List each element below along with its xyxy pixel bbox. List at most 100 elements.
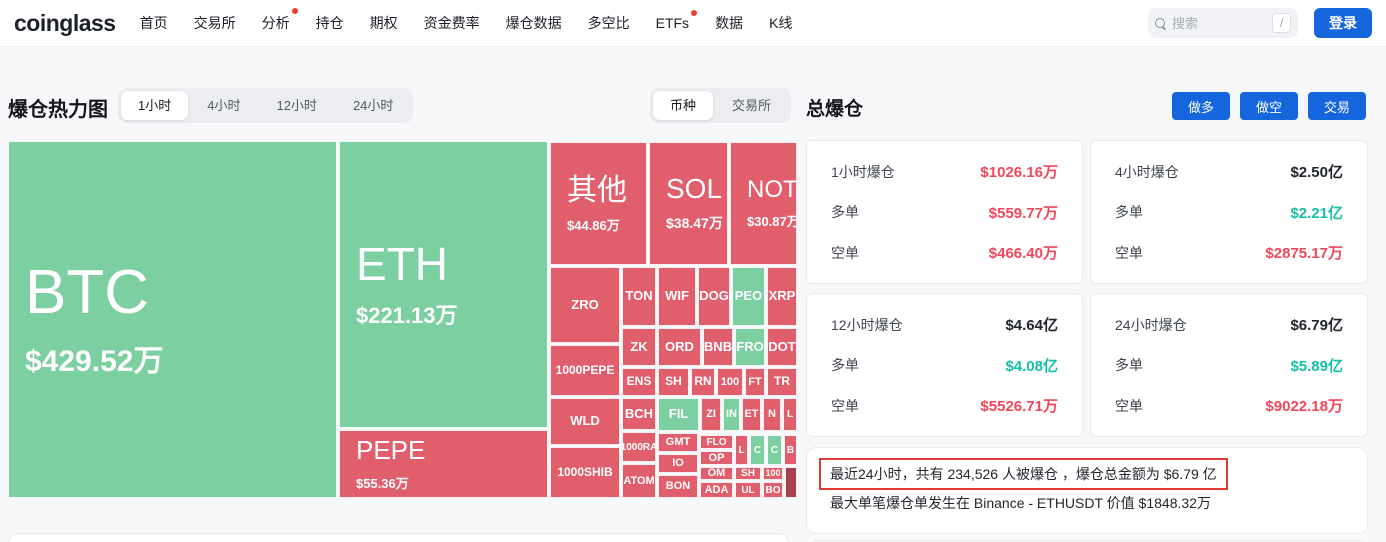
treemap-tile-1000SHIB[interactable]: 1000SHIB	[550, 447, 620, 498]
treemap-tile-WIF[interactable]: WIF	[658, 267, 696, 326]
nav-item[interactable]: 多空比	[588, 13, 630, 33]
treemap-tile-TR[interactable]: TR	[767, 368, 797, 396]
treemap-tile-BTC[interactable]: BTC$429.52万	[8, 141, 337, 498]
trade-button[interactable]: 交易	[1308, 92, 1366, 120]
treemap-tile-RN[interactable]: RN	[691, 368, 715, 396]
treemap-tile-GMT[interactable]: GMT	[658, 433, 698, 452]
tile-value: $221.13万	[356, 298, 458, 330]
main-nav: 首页 交易所 分析 持仓 期权 资金费率 爆仓数据 多空比 ETFs 数据 K线	[140, 13, 793, 33]
nav-item[interactable]: 资金费率	[424, 13, 480, 33]
treemap-tile-SOL[interactable]: SOL$38.47万	[649, 142, 728, 265]
time-tab[interactable]: 4小时	[190, 91, 257, 120]
treemap-tile-PEPE[interactable]: PEPE$55.36万	[339, 430, 548, 498]
treemap-tile-C[interactable]: C	[750, 435, 765, 465]
treemap-tile-L[interactable]: L	[783, 398, 797, 431]
treemap-tile-其他[interactable]: 其他$44.86万	[550, 142, 647, 265]
treemap-tile-BO[interactable]: BO	[763, 482, 783, 498]
treemap-tile-C[interactable]: C	[767, 435, 782, 465]
treemap-tile-TON[interactable]: TON	[622, 267, 656, 326]
search-box[interactable]: /	[1148, 8, 1298, 38]
tile-symbol: ETH	[356, 239, 448, 290]
nav-item[interactable]: 数据	[715, 13, 743, 33]
short-value: $5526.71万	[980, 395, 1058, 416]
short-button[interactable]: 做空	[1240, 92, 1298, 120]
tile-symbol: BCH	[625, 407, 653, 421]
tile-symbol: OM	[708, 467, 726, 479]
nav-item[interactable]: ETFs	[656, 15, 689, 31]
treemap-tile-ZI[interactable]: ZI	[701, 398, 721, 431]
tile-symbol: NOT	[747, 177, 797, 203]
summary-line1-highlight-box: 最近24小时，共有 234,526 人被爆仓 ，爆仓总金额为 $6.79 亿	[819, 458, 1228, 490]
tile-symbol: DOT	[768, 340, 795, 354]
treemap-tile-IN[interactable]: IN	[723, 398, 740, 431]
time-tab[interactable]: 12小时	[259, 91, 333, 120]
long-label: 多单	[1115, 355, 1143, 375]
time-tab-group: 1小时4小时12小时24小时	[118, 88, 413, 123]
treemap-tile-ADA[interactable]: ADA	[700, 482, 733, 498]
treemap-tile-SH[interactable]: SH	[658, 368, 689, 396]
action-buttons: 做多 做空 交易	[1172, 92, 1366, 120]
tile-symbol: OP	[709, 452, 725, 464]
treemap-tile-L[interactable]: L	[735, 435, 748, 465]
nav-item[interactable]: 持仓	[316, 13, 344, 33]
tile-symbol: N	[768, 408, 776, 420]
treemap-tile-XRP[interactable]: XRP	[767, 267, 797, 326]
treemap-tile-1000RA[interactable]: 1000RA	[622, 432, 656, 462]
tile-symbol: B	[787, 445, 794, 456]
long-label: 多单	[1115, 202, 1143, 222]
nav-item[interactable]: 期权	[370, 13, 398, 33]
mode-tab[interactable]: 交易所	[715, 91, 788, 120]
tile-symbol: BTC	[25, 259, 149, 327]
nav-item[interactable]: 首页	[140, 13, 168, 33]
treemap-tile-UL[interactable]: UL	[735, 482, 761, 498]
long-button[interactable]: 做多	[1172, 92, 1230, 120]
treemap-tile-ATOM[interactable]: ATOM	[622, 464, 656, 498]
treemap-tile-BNB[interactable]: BNB	[703, 328, 733, 366]
tile-value: $55.36万	[356, 473, 409, 492]
treemap-tile-DOG[interactable]: DOG	[698, 267, 730, 326]
nav-item[interactable]: 爆仓数据	[506, 13, 562, 33]
nav-item[interactable]: K线	[769, 13, 792, 33]
login-button[interactable]: 登录	[1314, 8, 1372, 38]
treemap-tile-WLD[interactable]: WLD	[550, 398, 620, 445]
treemap-tile-IO[interactable]: IO	[658, 454, 698, 473]
treemap-tile-BON[interactable]: BON	[658, 475, 698, 498]
treemap-tile-ZK[interactable]: ZK	[622, 328, 656, 366]
logo[interactable]: coinglass	[14, 10, 116, 37]
treemap-tile-100[interactable]: 100	[763, 467, 783, 480]
card-title: 1小时爆仓	[831, 162, 895, 182]
short-value: $466.40万	[989, 242, 1058, 263]
treemap-tile-NOT[interactable]: NOT$30.87万	[730, 142, 797, 265]
treemap-tile-ET[interactable]: ET	[742, 398, 761, 431]
treemap-tile-FT[interactable]: FT	[745, 368, 765, 396]
treemap-tile-OM[interactable]: OM	[700, 467, 733, 480]
treemap-tile-DOT[interactable]: DOT	[767, 328, 797, 366]
time-tab[interactable]: 1小时	[121, 91, 188, 120]
nav-item[interactable]: 交易所	[194, 13, 236, 33]
treemap-tile-100[interactable]: 100	[717, 368, 743, 396]
treemap-tile-ORD[interactable]: ORD	[658, 328, 701, 366]
treemap-tile-FIL[interactable]: FIL	[658, 398, 699, 431]
tile-symbol: ATOM	[623, 475, 654, 487]
treemap-tile-BCH[interactable]: BCH	[622, 398, 656, 430]
tile-symbol: ZI	[706, 408, 716, 420]
treemap-tile-FLO[interactable]: FLO	[700, 435, 733, 449]
time-tab[interactable]: 24小时	[336, 91, 410, 120]
treemap-tile-B[interactable]: B	[784, 435, 797, 465]
treemap-tile-PEO[interactable]: PEO	[732, 267, 765, 326]
mode-tab[interactable]: 币种	[653, 91, 713, 120]
treemap-tile-1000PEPE[interactable]: 1000PEPE	[550, 345, 620, 396]
treemap-tile-OP[interactable]: OP	[700, 451, 733, 465]
search-input[interactable]	[1172, 16, 1266, 31]
nav-item[interactable]: 分析	[262, 13, 290, 33]
treemap-tile-N[interactable]: N	[763, 398, 781, 431]
tile-symbol: XRP	[769, 289, 796, 303]
treemap-tile-SH[interactable]: SH	[735, 467, 761, 480]
treemap-tile-FRO[interactable]: FRO	[735, 328, 765, 366]
long-value: $5.89亿	[1290, 355, 1343, 376]
treemap-tile-ENS[interactable]: ENS	[622, 368, 656, 396]
treemap-tile-ZRO[interactable]: ZRO	[550, 267, 620, 343]
treemap-tile[interactable]	[785, 467, 797, 498]
tile-symbol: WLD	[570, 414, 600, 428]
treemap-tile-ETH[interactable]: ETH $221.13万	[339, 141, 548, 428]
